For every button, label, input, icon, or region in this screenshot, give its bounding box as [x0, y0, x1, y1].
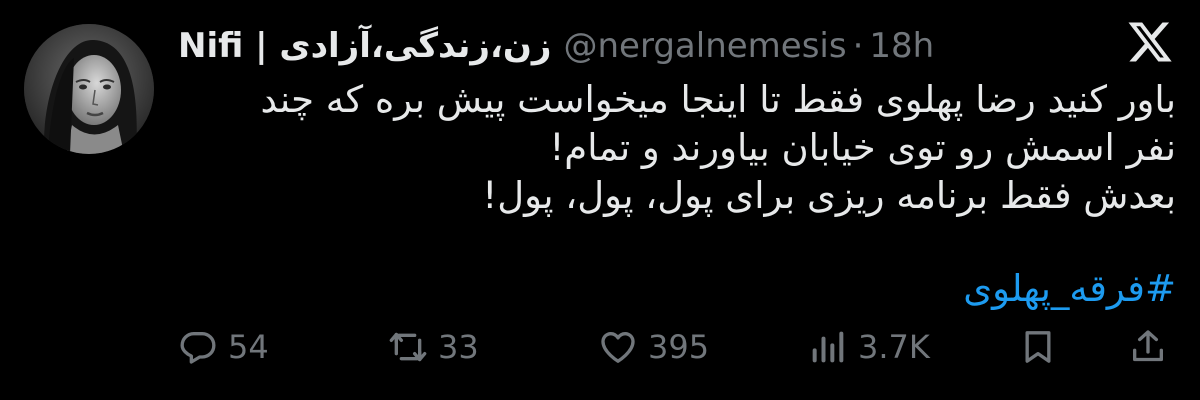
reply-icon: [180, 332, 216, 364]
timestamp[interactable]: 18h: [869, 26, 934, 66]
heart-icon: [601, 332, 635, 363]
tweet-text: باور کنید رضا پهلوی فقط تا اینجا میخواست…: [178, 76, 1176, 220]
tweet-text-line-2: نفر اسمش رو توی خیابان بیاورند و تمام!: [549, 126, 1176, 169]
avatar[interactable]: [24, 24, 154, 154]
tweet-header: Nifi | زن،زندگی،آزادی @nergalnemesis · 1…: [178, 20, 934, 72]
avatar-portrait-image: [24, 24, 154, 154]
analytics-icon: [812, 331, 844, 363]
share-button[interactable]: [1128, 322, 1168, 372]
tweet-text-line-3: بعدش فقط برنامه ریزی برای پول، پول، پول!: [482, 174, 1176, 217]
action-bar: 54 33 395 3.7K: [178, 322, 1176, 372]
reply-button[interactable]: 54: [178, 322, 269, 372]
x-logo-icon[interactable]: [1126, 18, 1174, 66]
like-button[interactable]: 395: [598, 322, 709, 372]
display-name[interactable]: Nifi | زن،زندگی،آزادی: [178, 26, 551, 66]
retweet-button[interactable]: 33: [388, 322, 479, 372]
view-count: 3.7K: [858, 328, 930, 366]
views-button[interactable]: 3.7K: [808, 322, 930, 372]
retweet-icon: [389, 332, 427, 362]
tweet-text-line-1: باور کنید رضا پهلوی فقط تا اینجا میخواست…: [260, 78, 1176, 121]
hashtag-link[interactable]: #فرقه_پهلوی: [963, 265, 1176, 313]
user-handle[interactable]: @nergalnemesis: [563, 26, 846, 66]
bookmark-button[interactable]: [1018, 322, 1058, 372]
retweet-count: 33: [438, 328, 479, 366]
reply-count: 54: [228, 328, 269, 366]
share-icon: [1133, 330, 1163, 362]
bookmark-icon: [1025, 331, 1051, 363]
like-count: 395: [648, 328, 710, 366]
tweet-card: Nifi | زن،زندگی،آزادی @nergalnemesis · 1…: [0, 0, 1200, 400]
separator-dot: ·: [852, 26, 864, 66]
